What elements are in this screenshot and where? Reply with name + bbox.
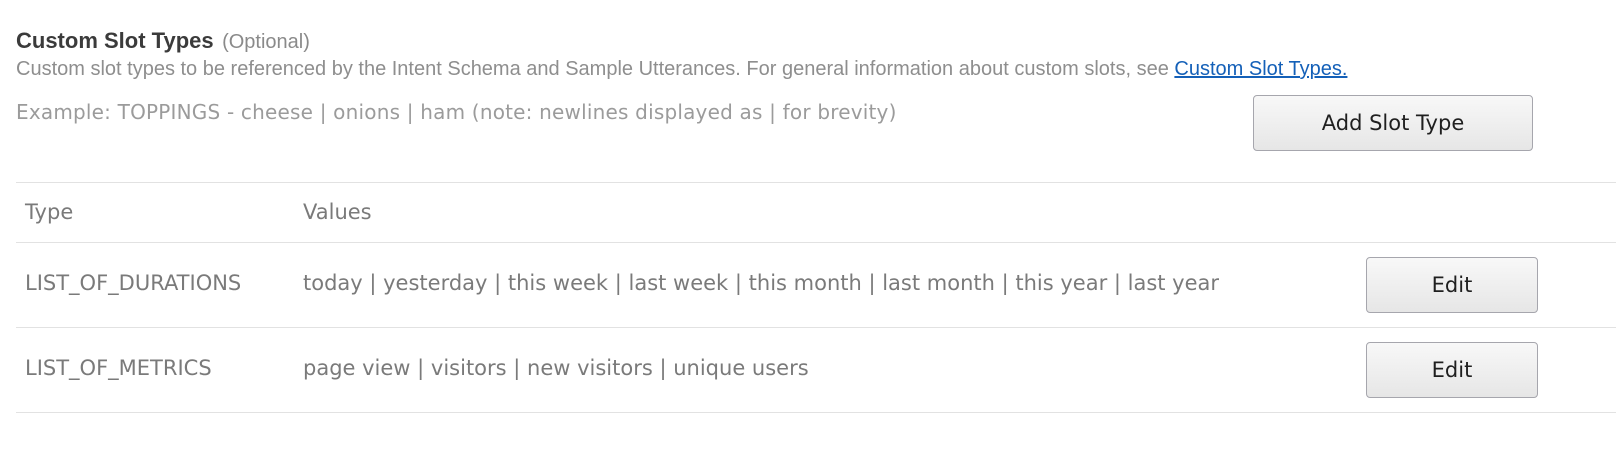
- header-divider: [16, 242, 1616, 243]
- section-title: Custom Slot Types: [16, 28, 214, 53]
- table-top-divider: [16, 182, 1616, 183]
- column-header-type: Type: [25, 200, 74, 224]
- optional-label: (Optional): [222, 31, 310, 53]
- table-bottom-divider: [16, 412, 1616, 413]
- slot-type-name: LIST_OF_METRICS: [25, 356, 212, 380]
- section-header: Custom Slot Types (Optional): [16, 28, 310, 54]
- slot-type-values: today | yesterday | this week | last wee…: [303, 271, 1220, 295]
- description-text: Custom slot types to be referenced by th…: [16, 58, 1175, 80]
- custom-slot-types-link[interactable]: Custom Slot Types.: [1174, 58, 1347, 80]
- section-description: Custom slot types to be referenced by th…: [16, 58, 1347, 81]
- edit-button[interactable]: Edit: [1366, 342, 1538, 398]
- column-header-values: Values: [303, 200, 372, 224]
- edit-button[interactable]: Edit: [1366, 257, 1538, 313]
- row-divider: [16, 327, 1616, 328]
- example-text: Example: TOPPINGS - cheese | onions | ha…: [16, 100, 897, 124]
- add-slot-type-button[interactable]: Add Slot Type: [1253, 95, 1533, 151]
- slot-type-values: page view | visitors | new visitors | un…: [303, 356, 809, 380]
- slot-type-name: LIST_OF_DURATIONS: [25, 271, 242, 295]
